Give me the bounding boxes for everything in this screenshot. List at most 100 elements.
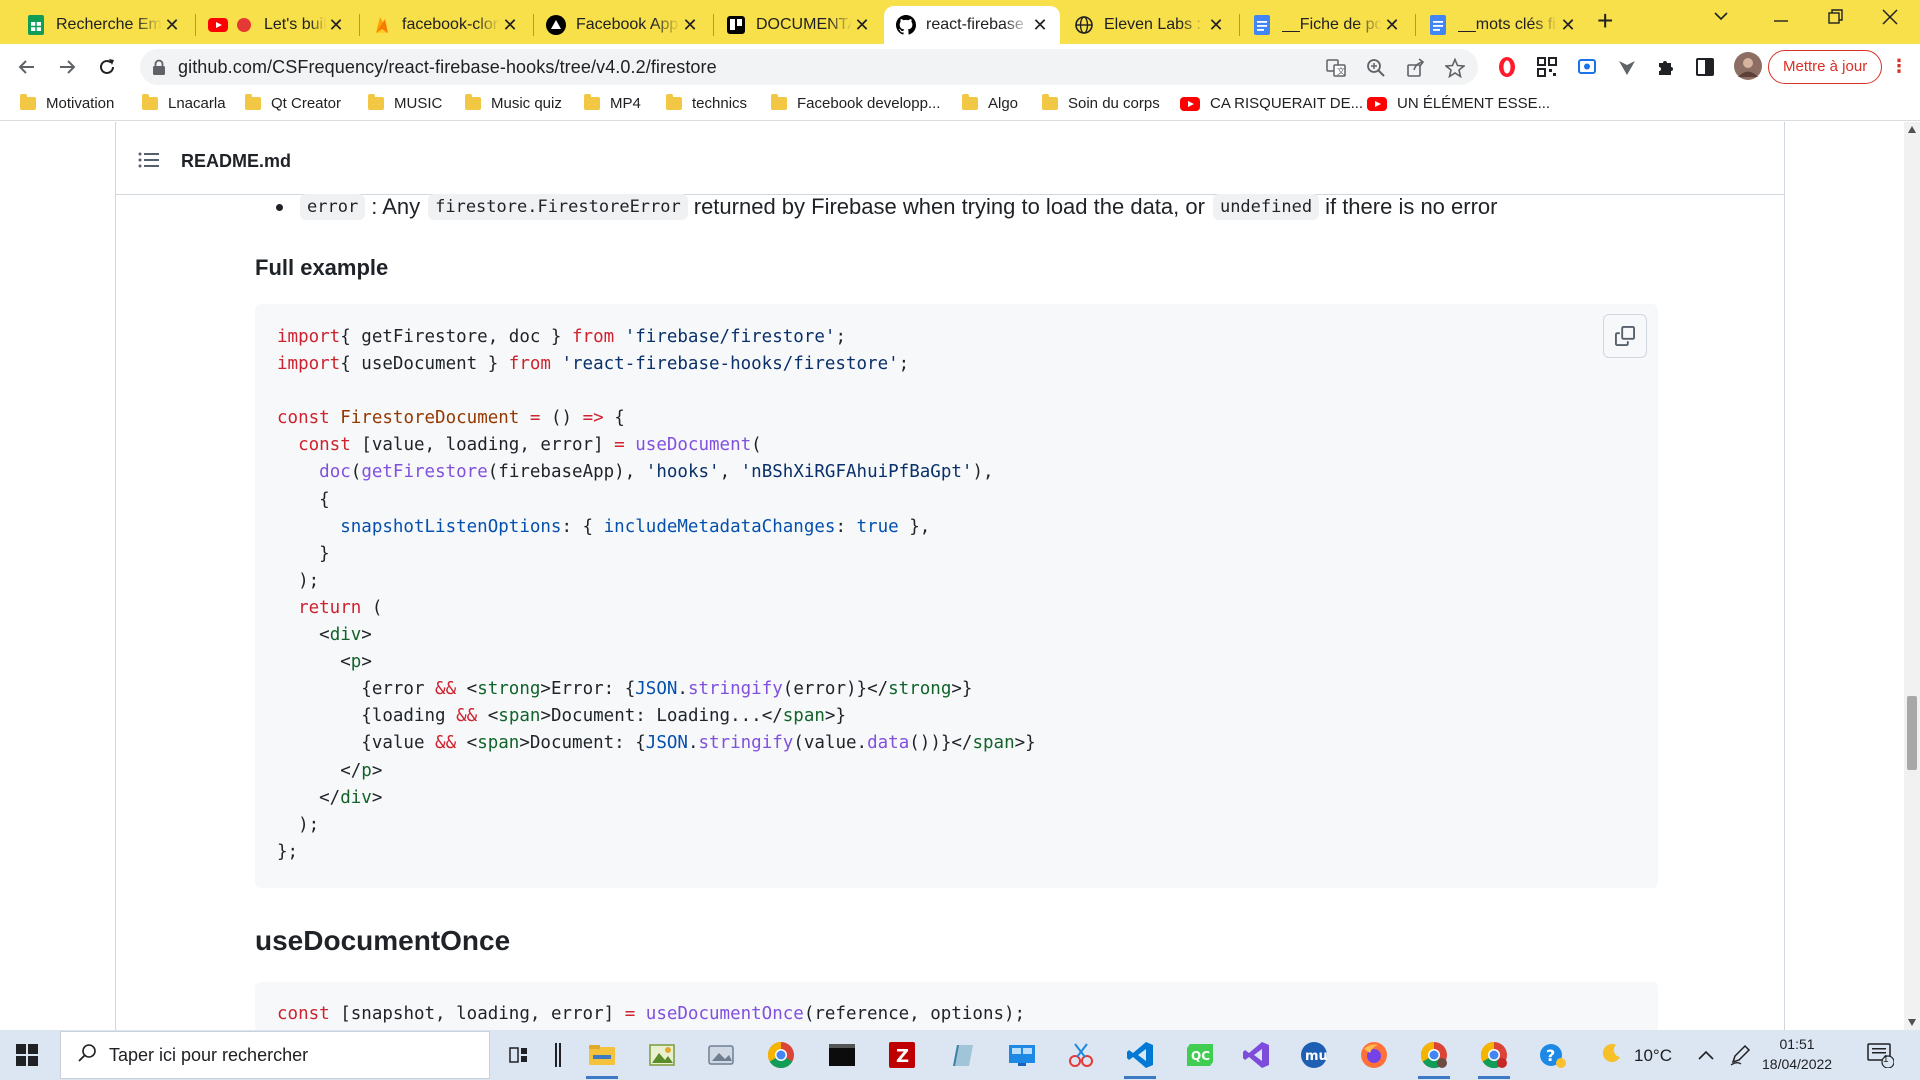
close-icon[interactable]: ✕ (162, 15, 182, 36)
taskbar-search-box[interactable]: Taper ici pour rechercher (60, 1031, 490, 1079)
vercel-icon (546, 15, 566, 35)
more-menu-icon[interactable]: ⋮ (1890, 56, 1908, 77)
extensions-puzzle-icon[interactable] (1655, 56, 1677, 78)
close-icon[interactable]: ✕ (500, 15, 520, 36)
tab-facebook-app[interactable]: Facebook App ✕ (534, 6, 710, 44)
bookmark-music[interactable]: MUSIC (368, 94, 442, 112)
zoom-icon[interactable] (1366, 58, 1386, 78)
opera-icon[interactable] (1496, 56, 1518, 78)
bookmark-facebook-developp[interactable]: Facebook developp... (771, 94, 940, 112)
recording-dot-icon (234, 15, 254, 35)
error-description-item: error : Any firestore.FirestoreError ret… (276, 194, 1497, 220)
close-icon[interactable]: ✕ (1382, 15, 1402, 36)
close-icon[interactable]: ✕ (852, 15, 872, 36)
folder-icon (962, 94, 978, 110)
tab-fiche-de-poste[interactable]: __Fiche de po ✕ (1240, 6, 1412, 44)
tab-mots-cles[interactable]: __mots clés fic ✕ (1416, 6, 1588, 44)
tab-search-chevron-icon[interactable] (1712, 6, 1730, 29)
snipping-tool-icon[interactable] (1065, 1039, 1097, 1071)
close-icon[interactable]: ✕ (1206, 15, 1226, 36)
chrome-profile-2-icon[interactable] (1478, 1039, 1510, 1079)
bookmark-star-icon[interactable] (1445, 58, 1465, 78)
vpn-shield-icon[interactable] (1616, 56, 1638, 78)
back-button[interactable] (14, 54, 40, 80)
system-clock[interactable]: 01:51 18/04/2022 (1762, 1034, 1832, 1074)
translate-icon[interactable]: 文 (1326, 58, 1346, 78)
terminal-icon[interactable] (826, 1039, 858, 1071)
task-view-icon[interactable] (504, 1039, 536, 1071)
close-icon[interactable]: ✕ (1030, 15, 1050, 36)
copy-code-button[interactable] (1603, 314, 1647, 358)
svg-text:文: 文 (1337, 66, 1345, 76)
qr-code-icon[interactable] (1536, 56, 1558, 78)
scroll-up-arrow-icon[interactable] (1908, 126, 1916, 133)
filezilla-icon[interactable]: Z (886, 1039, 918, 1071)
file-explorer-icon[interactable] (586, 1039, 618, 1079)
search-icon (77, 1043, 97, 1068)
profile-avatar[interactable] (1733, 51, 1763, 81)
clock-date: 18/04/2022 (1762, 1056, 1833, 1072)
photos-app-icon[interactable] (705, 1039, 737, 1071)
bookmark-label: Lnacarla (168, 95, 226, 112)
page-scrollbar[interactable] (1904, 122, 1920, 1030)
tab-react-firebase-active[interactable]: react-firebase ✕ (884, 6, 1060, 44)
tab-lets-build[interactable]: Let's build ✕ (196, 6, 356, 44)
tab-facebook-clone[interactable]: facebook-clon ✕ (360, 6, 530, 44)
new-tab-button[interactable]: + (1597, 7, 1613, 35)
widgets-divider-icon[interactable] (542, 1039, 574, 1071)
tray-chevron-up-icon[interactable] (1690, 1039, 1722, 1071)
tab-title: Facebook App (576, 16, 679, 33)
chrome-icon[interactable] (765, 1039, 797, 1071)
bookmark-lnacarla[interactable]: Lnacarla (142, 94, 226, 112)
close-icon[interactable]: ✕ (326, 15, 346, 36)
image-editor-app-icon[interactable] (646, 1039, 678, 1071)
svg-text:mu: mu (1305, 1049, 1328, 1064)
firefox-icon[interactable] (1358, 1039, 1390, 1071)
qt-creator-icon[interactable]: QC (1184, 1039, 1216, 1071)
visual-studio-icon[interactable] (1240, 1039, 1272, 1071)
windows-start-icon[interactable] (16, 1044, 38, 1071)
folder-icon (771, 94, 787, 110)
close-icon[interactable]: ✕ (1558, 15, 1578, 36)
bookmark-music-quiz[interactable]: Music quiz (465, 94, 562, 112)
forward-button[interactable] (54, 54, 80, 80)
notepad-app-icon[interactable] (946, 1039, 978, 1071)
tab-eleven-labs[interactable]: Eleven Labs : A ✕ (1062, 6, 1236, 44)
bookmark-un-element[interactable]: UN ÉLÉMENT ESSE... (1367, 95, 1550, 112)
remote-desktop-icon[interactable] (1006, 1039, 1038, 1071)
tab-documentation[interactable]: DOCUMENTAT ✕ (714, 6, 882, 44)
weather-widget[interactable]: 10°C (1602, 1043, 1672, 1068)
lock-icon[interactable] (152, 59, 166, 80)
bookmark-mp4[interactable]: MP4 (584, 94, 641, 112)
bookmark-ca-risquerait[interactable]: CA RISQUERAIT DE... (1180, 95, 1363, 112)
vscode-icon[interactable] (1124, 1039, 1156, 1079)
scroll-thumb[interactable] (1907, 696, 1917, 770)
bookmark-qt-creator[interactable]: Qt Creator (245, 94, 341, 112)
outline-list-icon[interactable] (138, 152, 160, 173)
help-app-icon[interactable]: ? (1537, 1039, 1569, 1071)
bookmark-soin-du-corps[interactable]: Soin du corps (1042, 94, 1160, 112)
tab-strip: Recherche Em ✕ Let's build ✕ facebook-cl… (0, 0, 1920, 44)
readme-filename[interactable]: README.md (181, 151, 291, 172)
pen-icon[interactable] (1724, 1039, 1756, 1071)
close-window-icon[interactable] (1881, 8, 1899, 32)
url-text[interactable]: github.com/CSFrequency/react-firebase-ho… (178, 57, 717, 78)
address-bar[interactable]: github.com/CSFrequency/react-firebase-ho… (140, 49, 1478, 85)
chrome-profile-1-icon[interactable] (1418, 1039, 1450, 1079)
close-icon[interactable]: ✕ (680, 15, 700, 36)
screen-recorder-icon[interactable] (1576, 56, 1598, 78)
tab-recherche-em[interactable]: Recherche Em ✕ (14, 6, 192, 44)
notifications-icon[interactable]: 1 (1864, 1039, 1896, 1071)
bookmark-algo[interactable]: Algo (962, 94, 1018, 112)
update-chrome-button[interactable]: Mettre à jour (1768, 50, 1883, 84)
side-panel-icon[interactable] (1694, 56, 1716, 78)
bookmark-technics[interactable]: technics (666, 94, 747, 112)
scroll-down-arrow-icon[interactable] (1908, 1019, 1916, 1026)
restore-icon[interactable] (1827, 8, 1845, 32)
minimize-icon[interactable] (1772, 8, 1790, 31)
reload-button[interactable] (94, 54, 120, 80)
share-icon[interactable] (1406, 58, 1426, 78)
bookmark-motivation[interactable]: Motivation (20, 94, 114, 112)
readme-container: README.md error : Any firestore.Firestor… (115, 122, 1785, 1030)
musescore-icon[interactable]: mu (1298, 1039, 1330, 1071)
